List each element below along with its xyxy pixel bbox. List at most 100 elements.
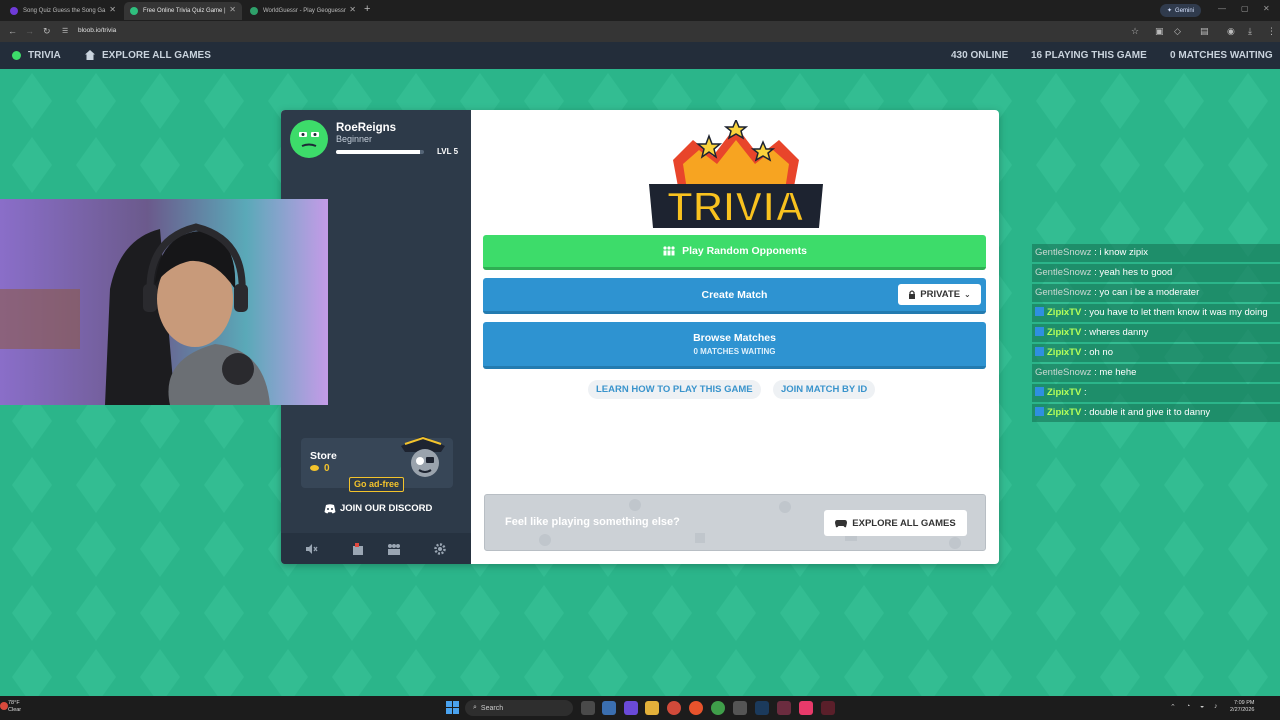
explore-all-games-link[interactable]: EXPLORE ALL GAMES — [102, 50, 211, 61]
recording-app-icon[interactable] — [821, 701, 835, 715]
gamepad-icon — [835, 519, 848, 527]
go-ad-free-button[interactable]: Go ad-free — [349, 477, 405, 492]
back-icon[interactable]: ← — [8, 26, 17, 36]
chat-username[interactable]: ZipixTV — [1047, 347, 1081, 358]
search-icon: ⌕ — [473, 704, 477, 711]
learn-how-to-play-link[interactable]: LEARN HOW TO PLAY THIS GAME — [588, 380, 761, 399]
restore-icon[interactable]: ▢ — [1241, 4, 1249, 13]
taskbar-search[interactable]: ⌕ Search — [465, 700, 573, 716]
explore-all-games-button[interactable]: EXPLORE ALL GAMES — [824, 510, 967, 536]
xp-progress-fill — [336, 150, 420, 154]
weather-icon — [0, 702, 8, 710]
puzzle-icon[interactable]: ◇ — [1174, 26, 1185, 37]
close-tab-icon[interactable]: ✕ — [109, 5, 116, 14]
join-discord-button[interactable]: JOIN OUR DISCORD — [324, 503, 432, 514]
task-view-icon[interactable] — [581, 701, 595, 715]
coin-icon — [310, 465, 319, 471]
chat-username[interactable]: GentleSnowz — [1035, 267, 1092, 278]
close-tab-icon[interactable]: ✕ — [229, 5, 236, 14]
pirate-mascot-icon — [401, 436, 445, 477]
trivia-nav-link[interactable]: TRIVIA — [28, 50, 61, 61]
tab-label: Free Online Trivia Quiz Game | — [143, 8, 226, 14]
home-icon[interactable] — [84, 49, 96, 61]
site-info-icon[interactable]: ☰ — [62, 27, 68, 35]
play-random-opponents-button[interactable]: Play Random Opponents — [483, 235, 986, 270]
avatar[interactable] — [290, 120, 328, 158]
chat-text: : oh no — [1081, 347, 1114, 358]
chat-text: : yeah hes to good — [1091, 267, 1173, 278]
brave-app-icon[interactable] — [689, 701, 703, 715]
browse-matches-label: Browse Matches — [693, 332, 776, 344]
lock-icon — [909, 290, 916, 299]
taskbar-search-label: Search — [480, 704, 504, 712]
obs-app-icon[interactable] — [667, 701, 681, 715]
chat-text: : double it and give it to danny — [1081, 407, 1211, 418]
tray-chevron-icon[interactable]: ⌃ — [1170, 703, 1176, 711]
capcut-app-icon[interactable] — [777, 701, 791, 715]
wifi-icon[interactable]: ◒ — [1200, 703, 1204, 710]
steam-app-icon[interactable] — [755, 701, 769, 715]
browser-tab-bar: Song Quiz Guess the Song Ga ✕ Free Onlin… — [0, 0, 1280, 21]
private-dropdown[interactable]: PRIVATE ⌄ — [898, 284, 981, 305]
weather-widget[interactable]: 78°F Clear — [8, 700, 21, 714]
extension-icon[interactable]: ▣ — [1155, 26, 1166, 37]
sidepanel-icon[interactable]: ▤ — [1200, 26, 1211, 37]
windows-start-icon[interactable] — [446, 701, 459, 714]
mute-icon[interactable] — [304, 542, 318, 556]
chat-message: ZipixTV : — [1032, 384, 1280, 402]
chat-message: ZipixTV : oh no — [1032, 344, 1280, 362]
browser-tab-worldguessr[interactable]: WorldGuessr - Play Geoguessr ✕ — [244, 2, 362, 20]
gemini-button[interactable]: ✦ Gemini — [1160, 4, 1202, 17]
settings-gear-icon[interactable] — [433, 542, 447, 556]
reload-icon[interactable]: ↻ — [43, 26, 51, 37]
leaderboard-icon[interactable] — [351, 542, 365, 556]
close-tab-icon[interactable]: ✕ — [349, 5, 356, 14]
system-clock[interactable]: 7:09 PM 2/27/2026 — [1230, 700, 1254, 714]
bookmark-star-icon[interactable]: ☆ — [1131, 26, 1142, 37]
browser-tab-song-quiz[interactable]: Song Quiz Guess the Song Ga ✕ — [4, 2, 122, 20]
create-match-button[interactable]: Create Match PRIVATE ⌄ — [483, 278, 986, 314]
calculator-app-icon[interactable] — [733, 701, 747, 715]
vscode-app-icon[interactable] — [602, 701, 616, 715]
weather-temp: 78°F — [8, 700, 20, 706]
forward-icon[interactable]: → — [25, 26, 34, 36]
chat-username[interactable]: GentleSnowz — [1035, 287, 1092, 298]
players-icon — [663, 246, 675, 256]
volume-icon[interactable]: ♪ — [1214, 703, 1218, 710]
profile-icon[interactable]: ◉ — [1227, 26, 1238, 37]
close-window-icon[interactable]: ✕ — [1263, 4, 1270, 13]
site-nav-bar: TRIVIA EXPLORE ALL GAMES 430 ONLINE 16 P… — [0, 42, 1280, 69]
chat-message: ZipixTV : wheres danny — [1032, 324, 1280, 342]
chat-username[interactable]: GentleSnowz — [1035, 247, 1092, 258]
streamer-badge-icon — [1035, 347, 1044, 356]
chat-username[interactable]: ZipixTV — [1047, 327, 1081, 338]
minimize-icon[interactable]: — — [1218, 4, 1226, 13]
play-random-label: Play Random Opponents — [682, 245, 807, 257]
discord-app-icon[interactable] — [624, 701, 638, 715]
chat-username[interactable]: ZipixTV — [1047, 387, 1081, 398]
url-field[interactable]: bloob.io/trivia — [78, 27, 116, 34]
file-explorer-icon[interactable] — [645, 701, 659, 715]
xp-progress-bar — [336, 150, 424, 154]
players-icon[interactable] — [387, 542, 401, 556]
chat-username[interactable]: ZipixTV — [1047, 407, 1081, 418]
menu-dots-icon[interactable]: ⋮ — [1267, 26, 1278, 37]
online-count: 430 ONLINE — [951, 50, 1009, 61]
gemini-label: Gemini — [1175, 7, 1195, 14]
chrome-app-icon[interactable] — [711, 701, 725, 715]
new-tab-icon[interactable]: + — [364, 3, 370, 15]
stream-chat: GentleSnowz : i know zipix GentleSnowz : … — [1032, 244, 1280, 424]
join-match-by-id-link[interactable]: JOIN MATCH BY ID — [773, 380, 876, 399]
network-icon[interactable]: ◔ — [1186, 703, 1190, 710]
trivia-favicon-icon — [130, 7, 138, 15]
avatar-face-icon — [299, 132, 319, 147]
username: RoeReigns — [336, 122, 397, 134]
worldguessr-favicon-icon — [250, 7, 258, 15]
browse-matches-button[interactable]: Browse Matches 0 MATCHES WAITING — [483, 322, 986, 369]
music-app-icon[interactable] — [799, 701, 813, 715]
chat-username[interactable]: GentleSnowz — [1035, 367, 1092, 378]
browser-tab-trivia[interactable]: Free Online Trivia Quiz Game | ✕ — [124, 2, 242, 20]
chat-username[interactable]: ZipixTV — [1047, 307, 1081, 318]
coin-count: 0 — [324, 463, 330, 474]
download-icon[interactable]: ⤓ — [1248, 26, 1259, 37]
